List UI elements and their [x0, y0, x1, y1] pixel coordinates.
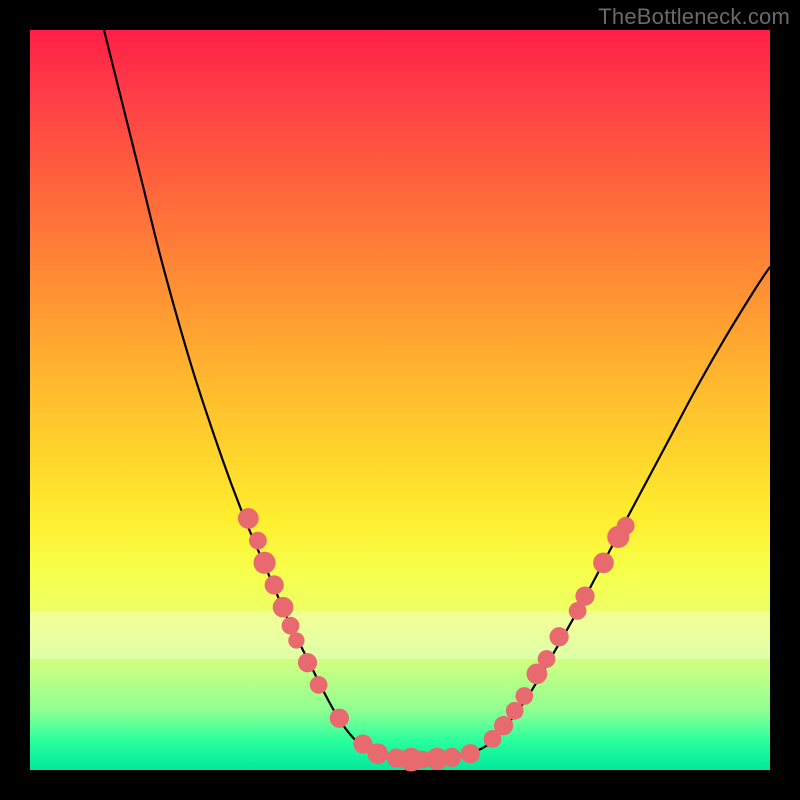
- data-dot: [330, 709, 349, 728]
- data-dot: [461, 744, 480, 763]
- data-dots: [238, 508, 635, 771]
- data-dot: [273, 597, 294, 618]
- data-dot: [515, 687, 533, 705]
- data-dot: [538, 650, 556, 668]
- bottleneck-curve: [104, 30, 770, 760]
- data-dot: [298, 653, 317, 672]
- data-dot: [549, 627, 568, 646]
- data-dot: [617, 517, 635, 535]
- data-dot: [253, 552, 275, 574]
- data-dot: [367, 743, 388, 764]
- curve-svg: [30, 30, 770, 770]
- data-dot: [593, 552, 614, 573]
- data-dot: [282, 617, 300, 635]
- plot-area: [30, 30, 770, 770]
- data-dot: [442, 748, 461, 767]
- watermark-text: TheBottleneck.com: [598, 4, 790, 30]
- data-dot: [238, 508, 259, 529]
- data-dot: [506, 702, 524, 720]
- data-dot: [310, 676, 328, 694]
- data-dot: [575, 586, 594, 605]
- data-dot: [249, 532, 267, 550]
- data-dot: [265, 575, 284, 594]
- data-dot: [288, 632, 304, 648]
- chart-frame: TheBottleneck.com: [0, 0, 800, 800]
- data-dot: [494, 716, 513, 735]
